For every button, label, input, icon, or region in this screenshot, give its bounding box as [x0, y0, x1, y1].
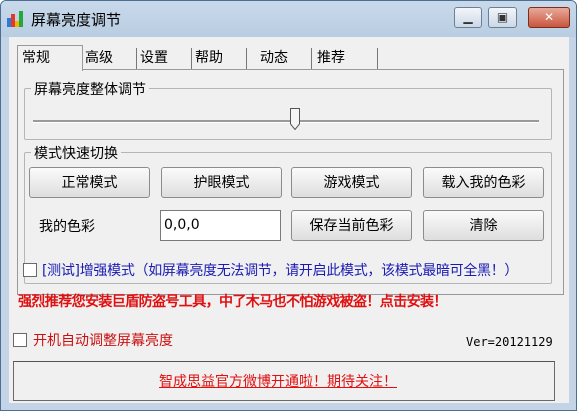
tab-dynamic[interactable]: 动态 [254, 48, 312, 69]
tab-help[interactable]: 帮助 [189, 48, 247, 69]
close-icon: ✕ [543, 10, 555, 24]
eye-care-mode-button[interactable]: 护眼模式 [161, 167, 282, 198]
normal-mode-button[interactable]: 正常模式 [29, 167, 150, 198]
autostart-checkbox[interactable] [13, 333, 27, 347]
tab-general[interactable]: 常规 [17, 45, 83, 71]
weibo-link[interactable]: 智成思益官方微博开通啦！期待关注！ [159, 371, 397, 391]
game-mode-button[interactable]: 游戏模式 [291, 167, 412, 198]
mode-group-title: 模式快速切换 [31, 143, 121, 163]
minimize-button[interactable]: ▁ [454, 7, 482, 28]
load-my-color-button[interactable]: 载入我的色彩 [423, 167, 544, 198]
maximize-button[interactable]: ▣ [488, 7, 517, 28]
tab-advanced[interactable]: 高级 [79, 48, 137, 69]
tab-settings[interactable]: 设置 [134, 48, 192, 69]
close-button[interactable]: ✕ [528, 7, 570, 28]
version-label: Ver=20121129 [466, 335, 553, 349]
enhanced-mode-label[interactable]: [测试]增强模式（如屏幕亮度无法调节，请开启此模式，该模式最暗可全黑！） [42, 260, 518, 280]
save-current-color-button[interactable]: 保存当前色彩 [291, 210, 412, 241]
minimize-icon: ▁ [463, 10, 473, 24]
app-window: 屏幕亮度调节 ▁ ▣ ✕ 常规 高级 设置 帮助 动态 推荐 屏幕亮度整体调节 [0, 0, 577, 411]
enhanced-mode-checkbox[interactable] [23, 263, 37, 277]
tab-recommend[interactable]: 推荐 [311, 48, 378, 69]
brightness-slider-thumb[interactable] [290, 108, 300, 130]
promo-install-link[interactable]: 强烈推荐您安装巨盾防盗号工具，中了木马也不怕游戏被盗！点击安装！ [18, 291, 447, 311]
client-area: 常规 高级 设置 帮助 动态 推荐 屏幕亮度整体调节 模式快速切换 正常模式 护… [9, 37, 569, 403]
brightness-slider-track[interactable] [33, 120, 539, 123]
window-title: 屏幕亮度调节 [31, 11, 122, 29]
autostart-label[interactable]: 开机自动调整屏幕亮度 [33, 330, 173, 350]
brightness-group: 屏幕亮度整体调节 [24, 79, 552, 140]
my-color-field[interactable]: 0,0,0 [160, 210, 281, 241]
clear-button[interactable]: 清除 [423, 210, 544, 241]
brightness-group-title: 屏幕亮度整体调节 [31, 79, 149, 99]
footer-box: 智成思益官方微博开通啦！期待关注！ [13, 361, 555, 401]
title-bar[interactable]: 屏幕亮度调节 ▁ ▣ ✕ [1, 1, 576, 37]
app-bar-chart-icon [7, 10, 24, 27]
maximize-icon: ▣ [496, 10, 509, 24]
my-color-label: 我的色彩 [39, 219, 95, 235]
